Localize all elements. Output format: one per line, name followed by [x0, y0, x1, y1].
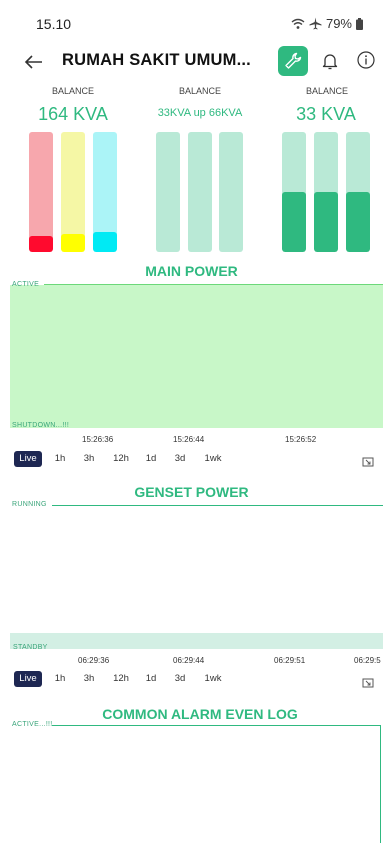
expand-icon	[362, 678, 374, 688]
status-icons: 79%	[291, 16, 363, 31]
genset-time-4: 06:29:5	[354, 656, 381, 665]
range-1d-button-2[interactable]: 1d	[141, 671, 161, 687]
battery-icon	[356, 17, 363, 30]
genset-time-1: 06:29:36	[78, 656, 110, 665]
balance-bar-2-3	[219, 132, 243, 252]
range-live-button-2[interactable]: Live	[14, 671, 42, 687]
balance-bar-1-1	[29, 132, 53, 252]
genset-running-label: RUNNING	[12, 501, 47, 508]
expand-icon	[362, 457, 374, 467]
balance-bar-3-1	[282, 132, 306, 252]
range-3h-button-2[interactable]: 3h	[79, 671, 99, 687]
balance-label-2: BALANCE	[178, 86, 222, 96]
balance-label-3: BALANCE	[305, 86, 349, 96]
genset-power-title: GENSET POWER	[134, 484, 249, 500]
bar-fill	[93, 231, 117, 252]
genset-time-2: 06:29:44	[173, 656, 205, 665]
genset-standby-band	[10, 633, 383, 649]
range-3d-button-2[interactable]: 3d	[170, 671, 190, 687]
main-power-active-line	[44, 284, 383, 285]
main-power-title: MAIN POWER	[145, 263, 238, 279]
balance-bar-2-1	[156, 132, 180, 252]
bar-fill	[346, 192, 370, 252]
range-1d-button[interactable]: 1d	[141, 451, 161, 467]
balance-bar-1-3	[93, 132, 117, 252]
range-1wk-button[interactable]: 1wk	[199, 451, 227, 467]
main-power-active-label: ACTIVE	[12, 281, 40, 288]
range-1wk-button-2[interactable]: 1wk	[199, 671, 227, 687]
status-time: 15.10	[36, 16, 72, 32]
main-power-time-2: 15:26:44	[173, 435, 205, 444]
balance-value-2: 33KVA up 66KVA	[157, 107, 243, 119]
balance-bar-2-2	[188, 132, 212, 252]
main-power-chart-area	[10, 285, 383, 428]
bell-icon	[322, 54, 338, 70]
balance-label-1: BALANCE	[51, 86, 95, 96]
range-1h-button[interactable]: 1h	[50, 451, 70, 467]
balance-bar-3-3	[346, 132, 370, 252]
bar-fill	[282, 192, 306, 252]
expand-chart-button[interactable]	[362, 455, 374, 473]
alarm-log-top-line	[52, 725, 381, 726]
balance-bar-1-2	[61, 132, 85, 252]
genset-time-3: 06:29:51	[274, 656, 306, 665]
back-button[interactable]	[22, 50, 46, 74]
range-3h-button[interactable]: 3h	[79, 451, 99, 467]
wrench-icon	[285, 52, 302, 69]
genset-running-line	[52, 505, 383, 506]
arrow-left-icon	[24, 55, 42, 69]
page-title: RUMAH SAKIT UMUM...	[62, 51, 251, 69]
info-icon	[357, 51, 375, 69]
range-live-button[interactable]: Live	[14, 451, 42, 467]
balance-value-1: 164 KVA	[38, 104, 108, 124]
alarm-log-active-label: ACTIVE...!!!	[12, 721, 53, 728]
notification-button[interactable]	[318, 49, 342, 73]
balance-bar-3-2	[314, 132, 338, 252]
alarm-log-title: COMMON ALARM EVEN LOG	[102, 706, 298, 722]
main-power-time-3: 15:26:52	[285, 435, 317, 444]
range-12h-button[interactable]: 12h	[108, 451, 134, 467]
bar-fill	[61, 234, 85, 252]
balance-value-3: 33 KVA	[296, 104, 356, 124]
expand-chart-button-2[interactable]	[362, 676, 374, 694]
range-1h-button-2[interactable]: 1h	[50, 671, 70, 687]
airplane-icon	[309, 17, 322, 30]
alarm-log-right-line	[380, 725, 381, 843]
battery-percent: 79%	[325, 16, 352, 31]
info-button[interactable]	[355, 49, 377, 71]
genset-standby-label: STANDBY	[13, 644, 48, 651]
wifi-icon	[291, 18, 305, 29]
settings-tool-button[interactable]	[278, 46, 308, 76]
main-power-shutdown-label: SHUTDOWN...!!!	[12, 422, 70, 429]
range-3d-button[interactable]: 3d	[170, 451, 190, 467]
bar-fill	[314, 192, 338, 252]
main-power-time-1: 15:26:36	[82, 435, 114, 444]
bar-fill	[29, 236, 53, 252]
range-12h-button-2[interactable]: 12h	[108, 671, 134, 687]
